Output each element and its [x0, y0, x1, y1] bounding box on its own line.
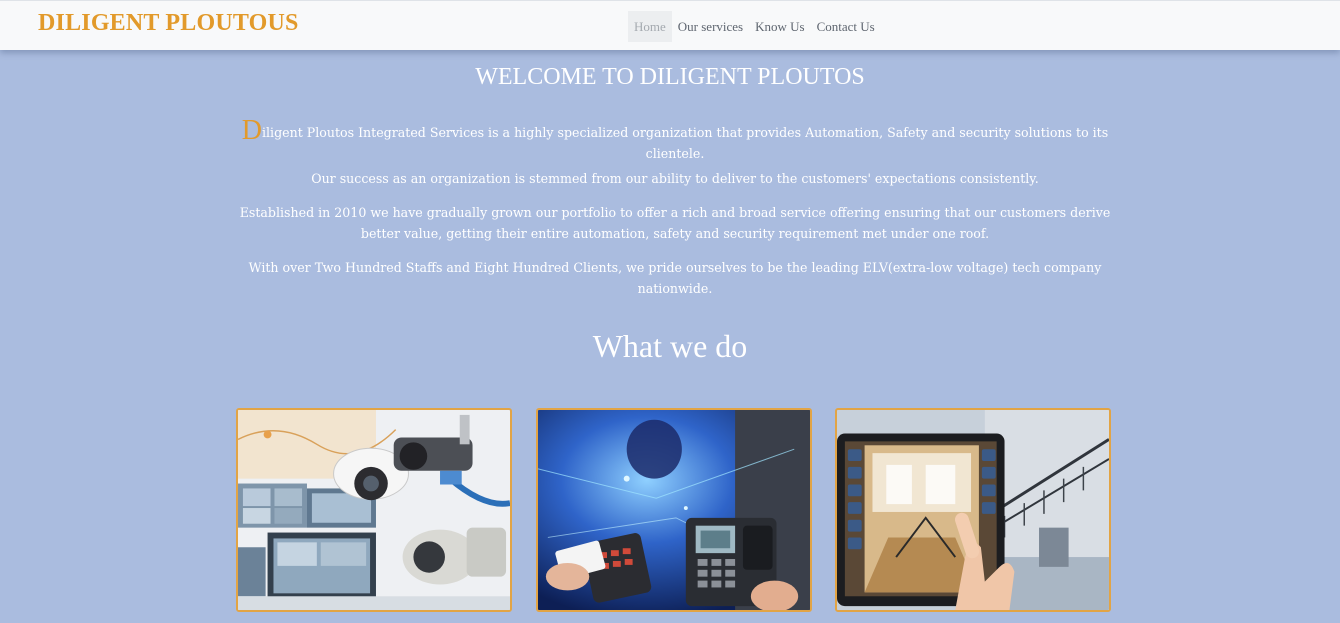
home-automation-image — [837, 410, 1109, 610]
nav-item-contact-us[interactable]: Contact Us — [811, 11, 881, 42]
brand-logo[interactable]: DILIGENT PLOUTOUS — [38, 10, 299, 37]
service-card-cctv[interactable] — [236, 408, 512, 612]
service-card-home-automation[interactable] — [835, 408, 1111, 612]
intro-paragraph-4: With over Two Hundred Staffs and Eight H… — [248, 260, 1102, 296]
nav-item-home[interactable]: Home — [628, 11, 672, 42]
dropcap-letter: D — [241, 115, 262, 146]
nav-item-our-services[interactable]: Our services — [672, 11, 749, 42]
access-control-image — [538, 410, 810, 610]
intro-paragraph-1-text: iligent Ploutos Integrated Services is a… — [262, 125, 1109, 161]
navbar: DILIGENT PLOUTOUS Home Our services Know… — [0, 0, 1340, 50]
welcome-heading: WELCOME TO DILIGENT PLOUTOS — [475, 64, 865, 90]
cctv-cameras-image — [238, 410, 510, 610]
intro-paragraph-1: Diligent Ploutos Integrated Services is … — [225, 117, 1125, 164]
nav-item-know-us[interactable]: Know Us — [749, 11, 810, 42]
intro-paragraph-2: Our success as an organization is stemme… — [311, 171, 1039, 186]
intro-paragraph-3: Established in 2010 we have gradually gr… — [239, 205, 1111, 241]
what-we-do-heading: What we do — [592, 328, 748, 364]
main-nav: Home Our services Know Us Contact Us — [628, 11, 881, 42]
service-card-access-control[interactable] — [536, 408, 812, 612]
